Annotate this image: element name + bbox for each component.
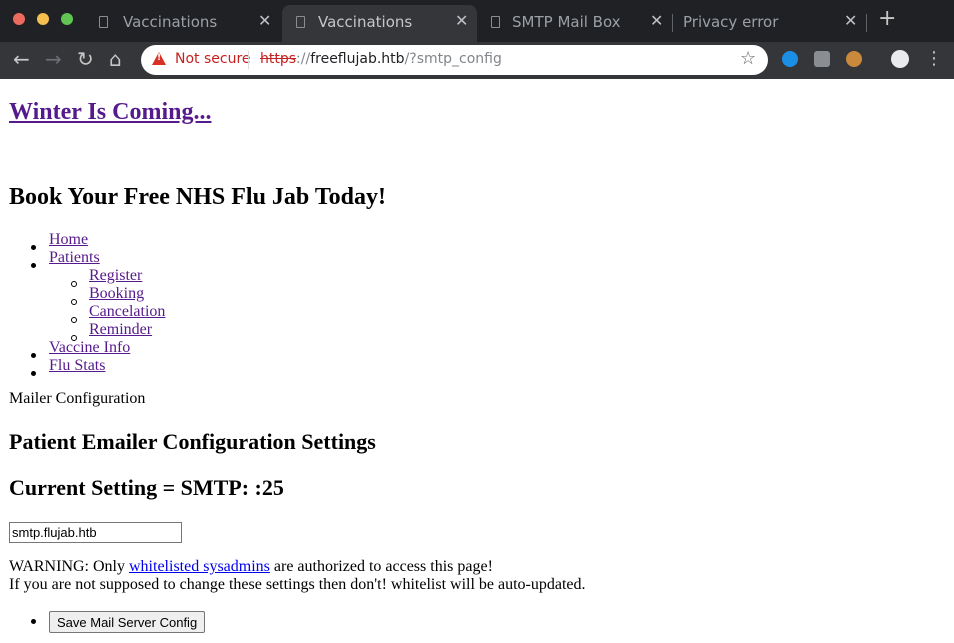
tab-title: Vaccinations [123,13,218,31]
url-host: freeflujab.htb [310,51,405,67]
address-bar[interactable]: ! Not secure https://freeflujab.htb/?smt… [141,45,768,75]
browser-tab-bar: Vaccinations ✕ Vaccinations ✕ SMTP Mail … [0,0,954,42]
document-icon [99,16,108,28]
whitelisted-sysadmins-link[interactable]: whitelisted sysadmins [129,558,270,575]
nav-reminder[interactable]: Reminder [89,321,152,339]
nav-vaccine-info[interactable]: Vaccine Info [49,339,130,357]
list-bullet [31,371,36,376]
new-tab-button[interactable]: + [878,6,896,31]
close-tab-icon[interactable]: ✕ [844,11,857,30]
tab-separator [866,14,867,32]
site-title-link[interactable]: Winter Is Coming... [9,99,211,125]
hero-heading: Book Your Free NHS Flu Jab Today! [9,184,386,210]
nav-cancelation[interactable]: Cancelation [89,303,165,321]
minimize-window-button[interactable] [37,13,49,25]
document-icon [491,16,500,28]
url-scheme: https [260,51,297,67]
warning-prefix: WARNING: Only [9,558,129,575]
smtp-server-input[interactable] [9,522,182,543]
omnibox-divider [248,51,249,69]
maximize-window-button[interactable] [61,13,73,25]
nav-home[interactable]: Home [49,231,88,249]
tab-title: Privacy error [683,13,779,31]
url-separator: :// [296,51,311,67]
forward-arrow-icon[interactable]: → [45,48,62,70]
list-bullet [31,353,36,358]
close-tab-icon[interactable]: ✕ [258,11,271,30]
page-content: Winter Is Coming... Book Your Free NHS F… [0,79,954,643]
tab-vaccinations-1[interactable]: Vaccinations ✕ [85,5,281,42]
warning-text: WARNING: Only whitelisted sysadmins are … [9,558,493,576]
save-mail-server-config-button[interactable]: Save Mail Server Config [49,611,206,633]
back-arrow-icon[interactable]: ← [13,48,30,70]
reload-icon[interactable]: ↻ [77,48,94,70]
nav-flu-stats[interactable]: Flu Stats [49,357,105,375]
tab-title: Vaccinations [318,13,413,31]
url-text[interactable]: https://freeflujab.htb/?smtp_config [260,51,502,67]
kebab-menu-icon[interactable]: ⋮ [925,48,943,69]
nav-register[interactable]: Register [89,267,142,285]
extension-shield-icon[interactable] [814,51,830,67]
document-icon [296,16,305,28]
current-setting: Current Setting = SMTP: :25 [9,475,284,500]
home-icon[interactable]: ⌂ [109,48,122,70]
tab-smtp-mail-box[interactable]: SMTP Mail Box ✕ [477,5,672,42]
nav-patients[interactable]: Patients [49,249,100,267]
site-title: Winter Is Coming... [9,99,211,126]
mailer-configuration-label: Mailer Configuration [9,390,146,407]
list-bullet [71,317,77,323]
extension-cookie-icon[interactable] [846,51,862,67]
close-tab-icon[interactable]: ✕ [650,11,663,30]
security-status[interactable]: Not secure [175,51,251,67]
list-bullet [31,263,36,268]
profile-avatar[interactable] [891,50,909,68]
tab-vaccinations-2[interactable]: Vaccinations ✕ [282,5,477,42]
list-bullet [71,299,77,305]
list-bullet [31,619,36,624]
warning-icon[interactable]: ! [152,52,166,65]
list-bullet [71,281,77,287]
close-tab-icon[interactable]: ✕ [455,11,468,30]
advice-text: If you are not supposed to change these … [9,576,586,593]
tab-title: SMTP Mail Box [512,13,621,31]
tab-privacy-error[interactable]: Privacy error ✕ [673,5,866,42]
url-path: /?smtp_config [404,51,502,67]
list-bullet [31,245,36,250]
warning-suffix: are authorized to access this page! [269,558,493,575]
nav-booking[interactable]: Booking [89,285,144,303]
extension-blue-icon[interactable] [782,51,798,67]
config-heading: Patient Emailer Configuration Settings [9,429,376,454]
close-window-button[interactable] [13,13,25,25]
browser-toolbar: ← → ↻ ⌂ ! Not secure https://freeflujab.… [0,42,954,79]
star-icon[interactable]: ☆ [740,48,756,69]
